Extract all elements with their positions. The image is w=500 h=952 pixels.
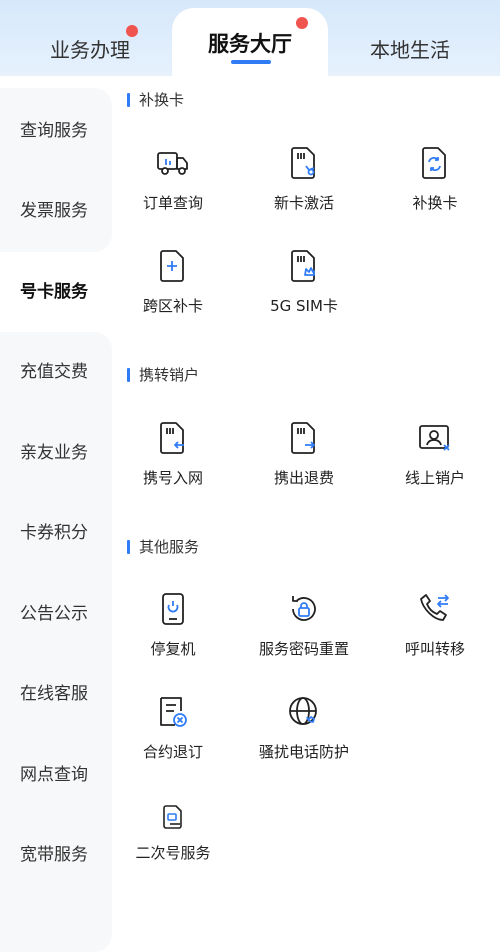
tab-local-life[interactable]: 本地生活 (320, 22, 500, 76)
sim-activate-icon (287, 146, 321, 180)
sidebar-item-label: 充值交费 (20, 361, 88, 382)
sidebar-item-label: 号卡服务 (20, 281, 88, 302)
service-port-out-refund[interactable]: 携出退费 (239, 421, 369, 488)
service-label: 携出退费 (273, 469, 334, 487)
sidebar-item-label: 宽带服务 (20, 844, 88, 865)
sim-port-out-icon (287, 421, 321, 455)
sidebar-item-family[interactable]: 亲友业务 (0, 410, 108, 490)
section-accent-bar (127, 539, 130, 554)
service-5g-sim[interactable]: 5G SIM卡 (239, 249, 369, 316)
sidebar-item-label: 卡券积分 (20, 522, 88, 543)
service-card-replacement[interactable]: 补换卡 (370, 146, 500, 213)
service-call-forwarding[interactable]: 呼叫转移 (370, 592, 500, 659)
contract-cancel-icon (156, 695, 190, 729)
sim-swap-icon (418, 146, 452, 180)
section-accent-bar (127, 92, 130, 107)
id-card-cancel-icon (418, 421, 452, 455)
service-port-in[interactable]: 携号入网 (108, 421, 238, 488)
sidebar-item-label: 公告公示 (20, 603, 88, 624)
sidebar-item-recharge[interactable]: 充值交费 (0, 329, 108, 409)
sim-5g-icon (287, 249, 321, 283)
sim-port-in-icon (156, 421, 190, 455)
service-online-cancel[interactable]: 线上销户 (370, 421, 500, 488)
service-label: 停复机 (150, 640, 196, 658)
section-accent-bar (127, 367, 130, 382)
section-title: 补换卡 (127, 89, 184, 110)
service-contract-cancel[interactable]: 合约退订 (108, 695, 238, 762)
sidebar-item-label: 发票服务 (20, 200, 88, 221)
service-secondary-number[interactable]: 二次号服务 (108, 800, 238, 863)
notification-badge (296, 17, 308, 29)
section-title-text: 携转销户 (139, 366, 200, 384)
service-new-card-activation[interactable]: 新卡激活 (239, 146, 369, 213)
service-password-reset[interactable]: 服务密码重置 (239, 592, 369, 659)
truck-icon (156, 146, 190, 180)
service-label: 服务密码重置 (258, 640, 349, 658)
section-title-text: 其他服务 (139, 538, 200, 556)
section-title-text: 补换卡 (139, 91, 185, 109)
tab-business[interactable]: 业务办理 (0, 22, 180, 76)
service-label: 补换卡 (412, 194, 458, 212)
tab-label: 本地生活 (370, 38, 450, 62)
service-suspend-resume[interactable]: 停复机 (108, 592, 238, 659)
service-label: 5G SIM卡 (270, 297, 338, 315)
service-label: 二次号服务 (135, 844, 211, 862)
globe-phone-icon (287, 695, 321, 729)
service-label: 合约退订 (142, 743, 203, 761)
section-title: 携转销户 (127, 364, 199, 385)
service-label: 骚扰电话防护 (258, 743, 349, 761)
sidebar-item-sim-card[interactable]: 号卡服务 (0, 249, 108, 329)
sidebar-item-invoice[interactable]: 发票服务 (0, 168, 108, 248)
sim-plus-icon (156, 249, 190, 283)
sidebar-item-outlets[interactable]: 网点查询 (0, 732, 108, 812)
tab-label: 业务办理 (50, 38, 130, 62)
service-label: 新卡激活 (273, 194, 334, 212)
service-cross-region-card[interactable]: 跨区补卡 (108, 249, 238, 316)
service-label: 携号入网 (142, 469, 203, 487)
sidebar-item-label: 在线客服 (20, 683, 88, 704)
sidebar-item-label: 亲友业务 (20, 442, 88, 463)
password-reset-icon (287, 592, 321, 626)
phone-power-icon (156, 592, 190, 626)
service-spam-call-protection[interactable]: 骚扰电话防护 (239, 695, 369, 762)
sidebar-item-query[interactable]: 查询服务 (0, 88, 108, 168)
sidebar: 查询服务 发票服务 号卡服务 充值交费 亲友业务 卡券积分 公告公示 在线客服 … (0, 76, 112, 952)
sidebar-item-coupons[interactable]: 卡券积分 (0, 490, 108, 570)
service-order-query[interactable]: 订单查询 (108, 146, 238, 213)
sidebar-item-label: 查询服务 (20, 120, 88, 141)
sim-secondary-icon (156, 800, 190, 834)
notification-badge (126, 25, 138, 37)
sidebar-item-announcements[interactable]: 公告公示 (0, 571, 108, 651)
sidebar-item-label: 网点查询 (20, 764, 88, 785)
section-title: 其他服务 (127, 536, 199, 557)
top-tab-bar: 业务办理 本地生活 服务大厅 (0, 0, 500, 76)
service-label: 呼叫转移 (404, 640, 465, 658)
sidebar-item-online-support[interactable]: 在线客服 (0, 651, 108, 731)
service-label: 订单查询 (142, 194, 203, 212)
call-forward-icon (418, 592, 452, 626)
active-tab-indicator (231, 60, 271, 64)
service-label: 跨区补卡 (142, 297, 203, 315)
tab-label: 服务大厅 (208, 32, 292, 56)
service-label: 线上销户 (404, 469, 465, 487)
sidebar-item-broadband[interactable]: 宽带服务 (0, 812, 108, 892)
